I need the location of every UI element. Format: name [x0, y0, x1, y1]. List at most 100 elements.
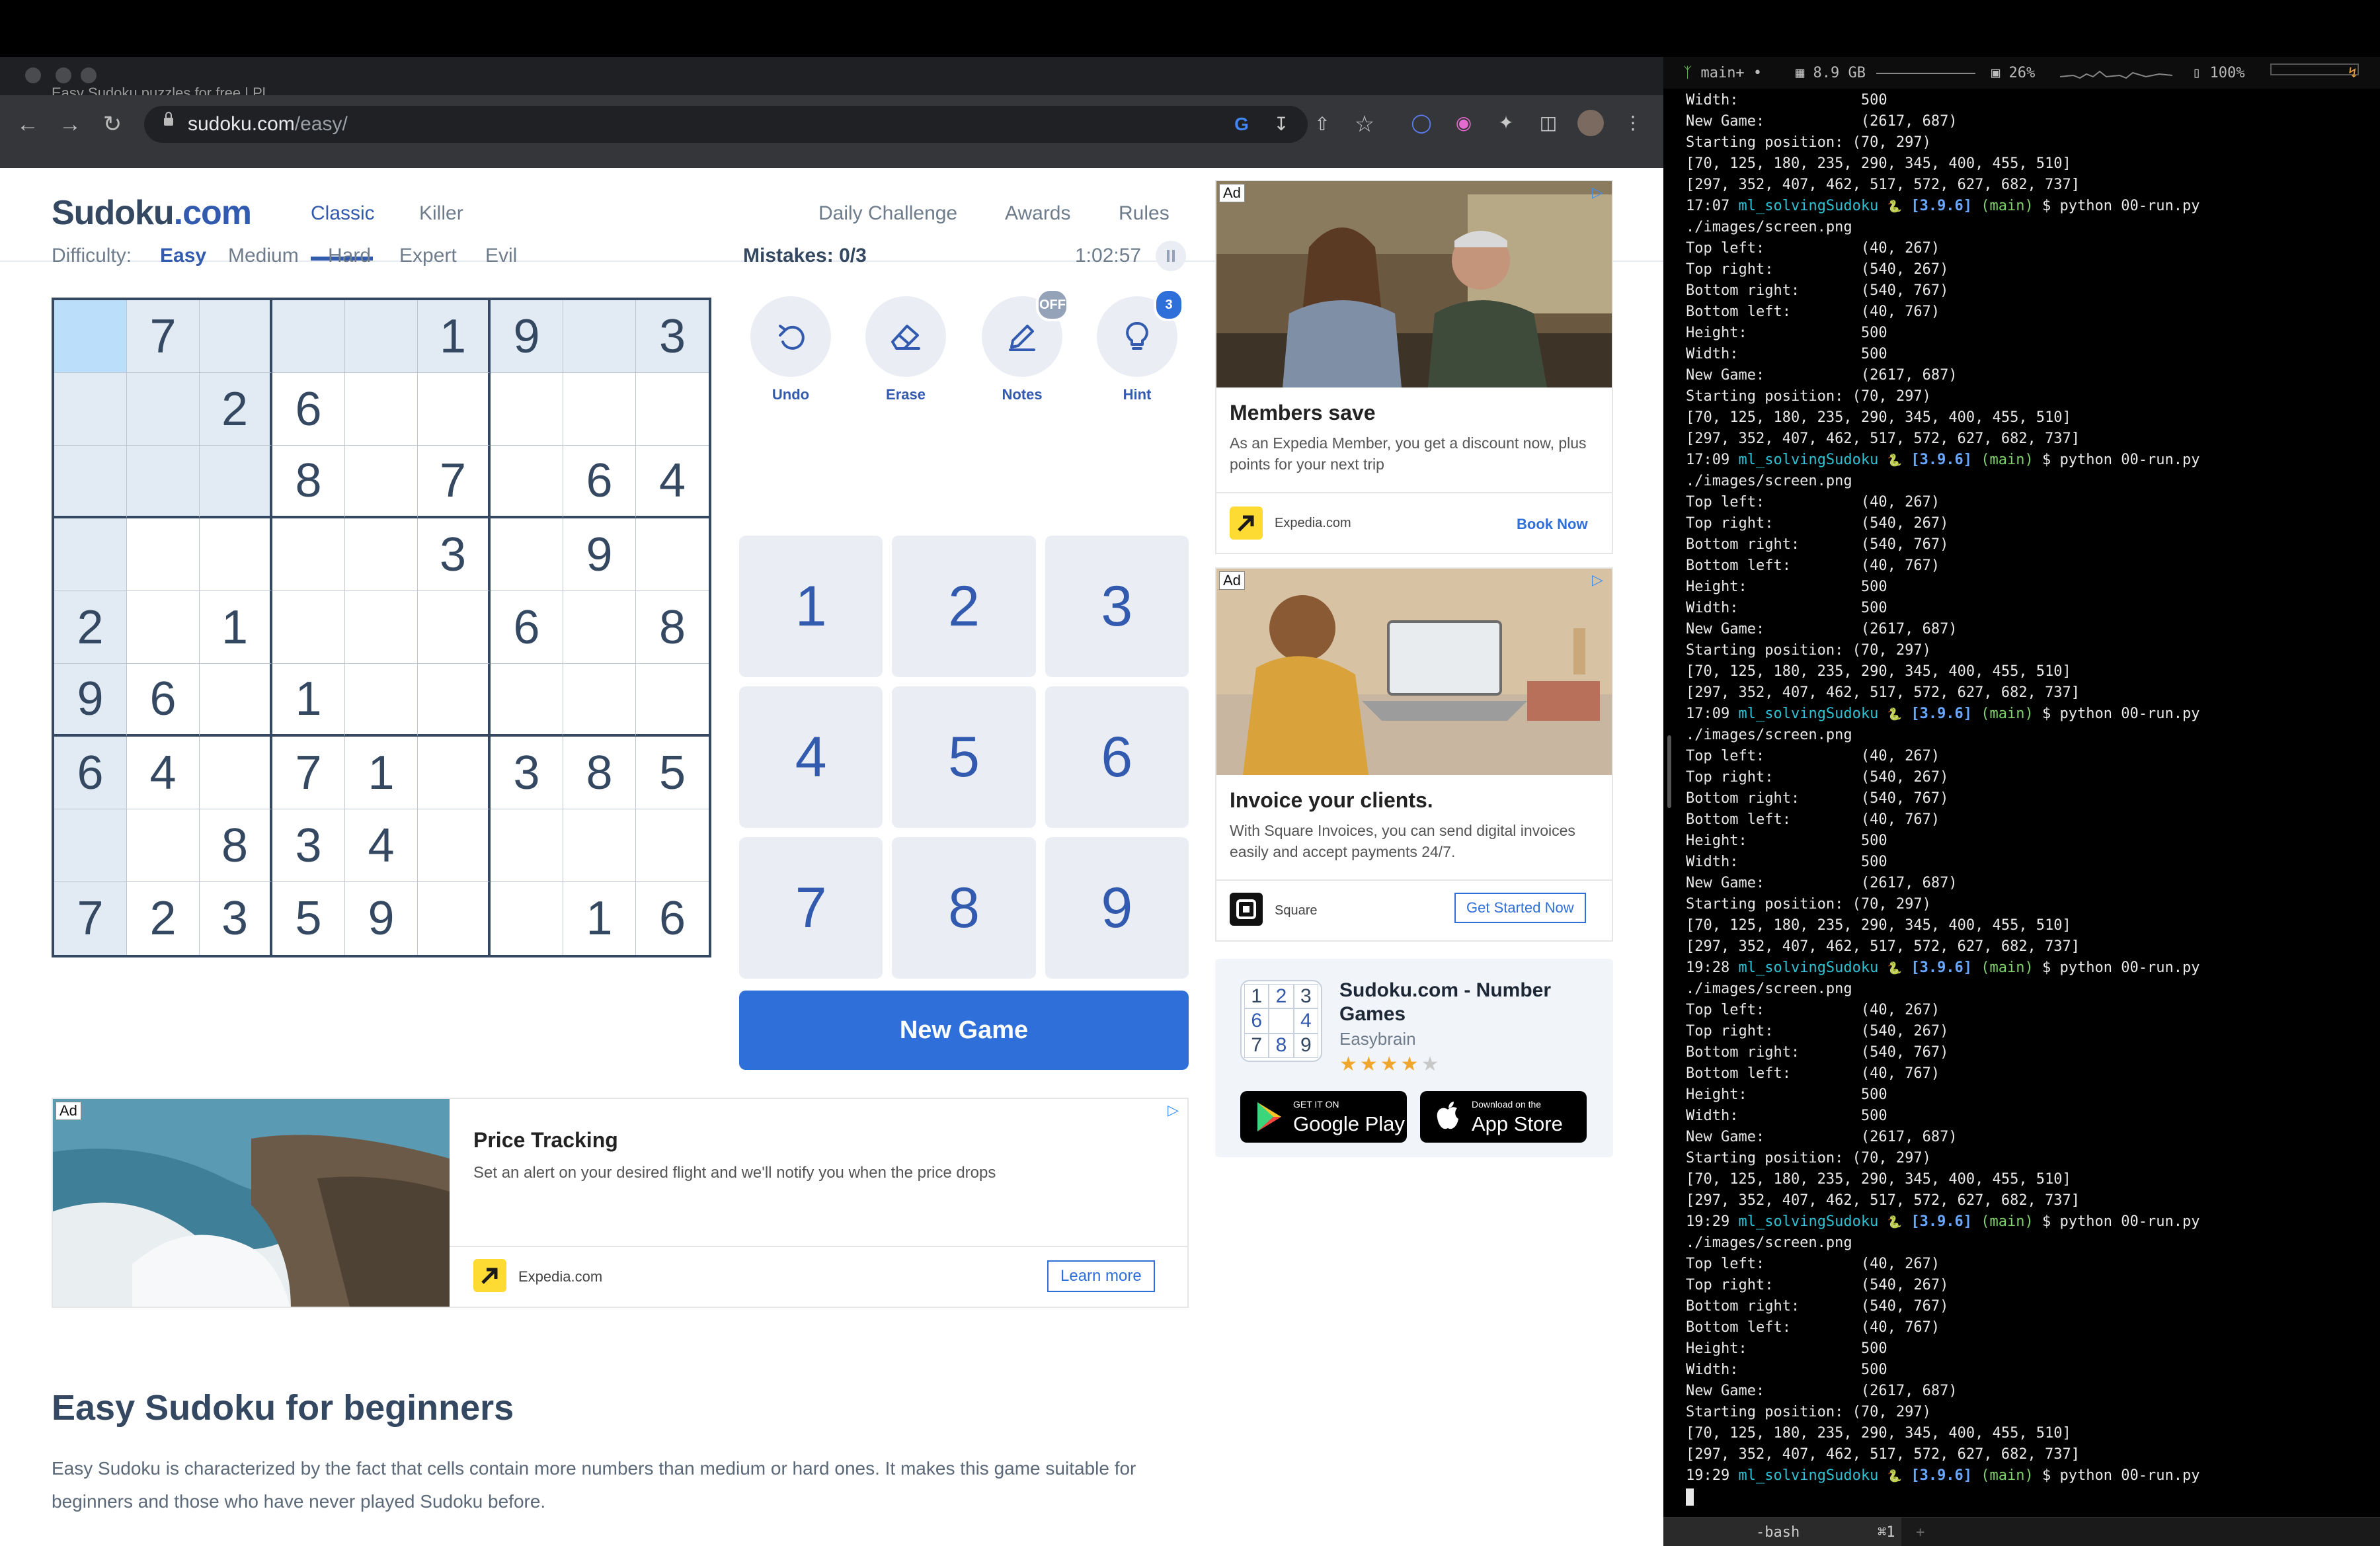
sudoku-cell-r4c5[interactable]: [345, 518, 418, 591]
sudoku-cell-r8c9[interactable]: [636, 809, 709, 882]
number-1-button[interactable]: 1: [739, 536, 883, 677]
side-panel-icon[interactable]: ◫: [1535, 110, 1562, 136]
sudoku-cell-r3c9[interactable]: 4: [636, 446, 709, 518]
new-game-button[interactable]: New Game: [739, 991, 1189, 1070]
sudoku-cell-r9c2[interactable]: 2: [127, 882, 200, 955]
sudoku-cell-r9c6[interactable]: [418, 882, 491, 955]
sudoku-cell-r4c6[interactable]: 3: [418, 518, 491, 591]
sudoku-cell-r4c2[interactable]: [127, 518, 200, 591]
reload-icon[interactable]: ↻: [99, 111, 126, 138]
difficulty-expert[interactable]: Expert: [399, 245, 457, 267]
notes-button[interactable]: OFF Notes: [981, 288, 1069, 403]
sudoku-cell-r8c8[interactable]: [563, 809, 636, 882]
sudoku-cell-r8c7[interactable]: [491, 809, 563, 882]
browser-tab[interactable]: Easy Sudoku puzzles for free | Pl: [25, 57, 336, 101]
sudoku-cell-r2c6[interactable]: [418, 373, 491, 446]
sudoku-cell-r5c4[interactable]: [272, 591, 345, 664]
erase-button[interactable]: Erase: [865, 296, 947, 403]
sudoku-cell-r1c2[interactable]: 7: [127, 300, 200, 373]
sudoku-cell-r9c4[interactable]: 5: [272, 882, 345, 955]
sudoku-cell-r9c3[interactable]: 3: [200, 882, 272, 955]
sudoku-cell-r4c4[interactable]: [272, 518, 345, 591]
sudoku-cell-r4c8[interactable]: 9: [563, 518, 636, 591]
difficulty-easy[interactable]: Easy: [160, 245, 206, 267]
sudoku-cell-r5c3[interactable]: 1: [200, 591, 272, 664]
number-8-button[interactable]: 8: [892, 837, 1036, 979]
sudoku-cell-r8c1[interactable]: [54, 809, 127, 882]
bookmark-star-icon[interactable]: ☆: [1351, 111, 1378, 138]
sudoku-cell-r7c5[interactable]: 1: [345, 737, 418, 809]
sudoku-cell-r8c2[interactable]: [127, 809, 200, 882]
adchoices-icon[interactable]: ▷: [1592, 185, 1606, 200]
number-6-button[interactable]: 6: [1045, 686, 1189, 828]
difficulty-evil[interactable]: Evil: [485, 245, 517, 267]
number-2-button[interactable]: 2: [892, 536, 1036, 677]
sudoku-cell-r7c4[interactable]: 7: [272, 737, 345, 809]
sudoku-cell-r5c5[interactable]: [345, 591, 418, 664]
sudoku-cell-r8c3[interactable]: 8: [200, 809, 272, 882]
nav-daily-challenge[interactable]: Daily Challenge: [818, 202, 957, 225]
sudoku-cell-r8c6[interactable]: [418, 809, 491, 882]
adchoices-icon[interactable]: ▷: [1168, 1103, 1182, 1118]
sudoku-cell-r4c7[interactable]: [491, 518, 563, 591]
adchoices-icon[interactable]: ▷: [1592, 573, 1606, 587]
number-5-button[interactable]: 5: [892, 686, 1036, 828]
sudoku-cell-r9c9[interactable]: 6: [636, 882, 709, 955]
sudoku-cell-r2c5[interactable]: [345, 373, 418, 446]
shield-extension-icon[interactable]: ◯: [1408, 110, 1435, 136]
sudoku-cell-r9c5[interactable]: 9: [345, 882, 418, 955]
sudoku-cell-r3c1[interactable]: [54, 446, 127, 518]
difficulty-hard[interactable]: Hard: [328, 245, 371, 267]
sudoku-cell-r1c9[interactable]: 3: [636, 300, 709, 373]
google-play-badge[interactable]: GET IT ON Google Play: [1240, 1091, 1407, 1143]
address-bar[interactable]: sudoku.com/easy/ G ↧ ⇧ ☆: [144, 106, 1374, 143]
sudoku-cell-r3c3[interactable]: [200, 446, 272, 518]
sudoku-cell-r3c7[interactable]: [491, 446, 563, 518]
profile-avatar[interactable]: [1577, 110, 1604, 136]
sudoku-cell-r9c7[interactable]: [491, 882, 563, 955]
menu-icon[interactable]: ⋮: [1620, 110, 1646, 136]
sudoku-cell-r1c6[interactable]: 1: [418, 300, 491, 373]
sudoku-cell-r1c5[interactable]: [345, 300, 418, 373]
terminal-window[interactable]: ᛉ main+ • ▦ 8.9 GB ▣ 26% ▯ 100% ↯ Width:…: [1663, 57, 2380, 1546]
sudoku-cell-r6c2[interactable]: 6: [127, 664, 200, 737]
difficulty-medium[interactable]: Medium: [228, 245, 299, 267]
sudoku-cell-r5c9[interactable]: 8: [636, 591, 709, 664]
sudoku-cell-r5c2[interactable]: [127, 591, 200, 664]
sudoku-cell-r6c3[interactable]: [200, 664, 272, 737]
sudoku-cell-r4c1[interactable]: [54, 518, 127, 591]
app-promo-card[interactable]: 12364789 Sudoku.com - Number Games Easyb…: [1215, 959, 1613, 1157]
install-icon[interactable]: ↧: [1268, 111, 1294, 138]
sudoku-cell-r5c6[interactable]: [418, 591, 491, 664]
back-icon[interactable]: ←: [15, 111, 41, 138]
sudoku-cell-r5c8[interactable]: [563, 591, 636, 664]
nav-killer[interactable]: Killer: [419, 202, 463, 225]
sudoku-cell-r5c7[interactable]: 6: [491, 591, 563, 664]
sudoku-cell-r7c2[interactable]: 4: [127, 737, 200, 809]
sudoku-cell-r8c5[interactable]: 4: [345, 809, 418, 882]
nav-awards[interactable]: Awards: [1005, 202, 1071, 225]
sudoku-cell-r2c2[interactable]: [127, 373, 200, 446]
get-started-button[interactable]: Get Started Now: [1454, 893, 1586, 923]
sudoku-cell-r7c8[interactable]: 8: [563, 737, 636, 809]
sudoku-cell-r3c4[interactable]: 8: [272, 446, 345, 518]
sudoku-cell-r6c9[interactable]: [636, 664, 709, 737]
terminal-scrollbar[interactable]: [1667, 735, 1671, 808]
sudoku-cell-r1c1[interactable]: [54, 300, 127, 373]
sudoku-cell-r9c8[interactable]: 1: [563, 882, 636, 955]
sudoku-cell-r4c3[interactable]: [200, 518, 272, 591]
sudoku-cell-r6c5[interactable]: [345, 664, 418, 737]
sudoku-cell-r2c4[interactable]: 6: [272, 373, 345, 446]
sudoku-cell-r4c9[interactable]: [636, 518, 709, 591]
learn-more-button[interactable]: Learn more: [1047, 1260, 1155, 1292]
sudoku-cell-r6c1[interactable]: 9: [54, 664, 127, 737]
number-7-button[interactable]: 7: [739, 837, 883, 979]
new-tab-button[interactable]: +: [1916, 1524, 1924, 1541]
number-9-button[interactable]: 9: [1045, 837, 1189, 979]
sudoku-cell-r1c3[interactable]: [200, 300, 272, 373]
sudoku-cell-r9c1[interactable]: 7: [54, 882, 127, 955]
nav-rules[interactable]: Rules: [1119, 202, 1170, 225]
sudoku-cell-r8c4[interactable]: 3: [272, 809, 345, 882]
sudoku-cell-r1c4[interactable]: [272, 300, 345, 373]
sudoku-cell-r3c5[interactable]: [345, 446, 418, 518]
